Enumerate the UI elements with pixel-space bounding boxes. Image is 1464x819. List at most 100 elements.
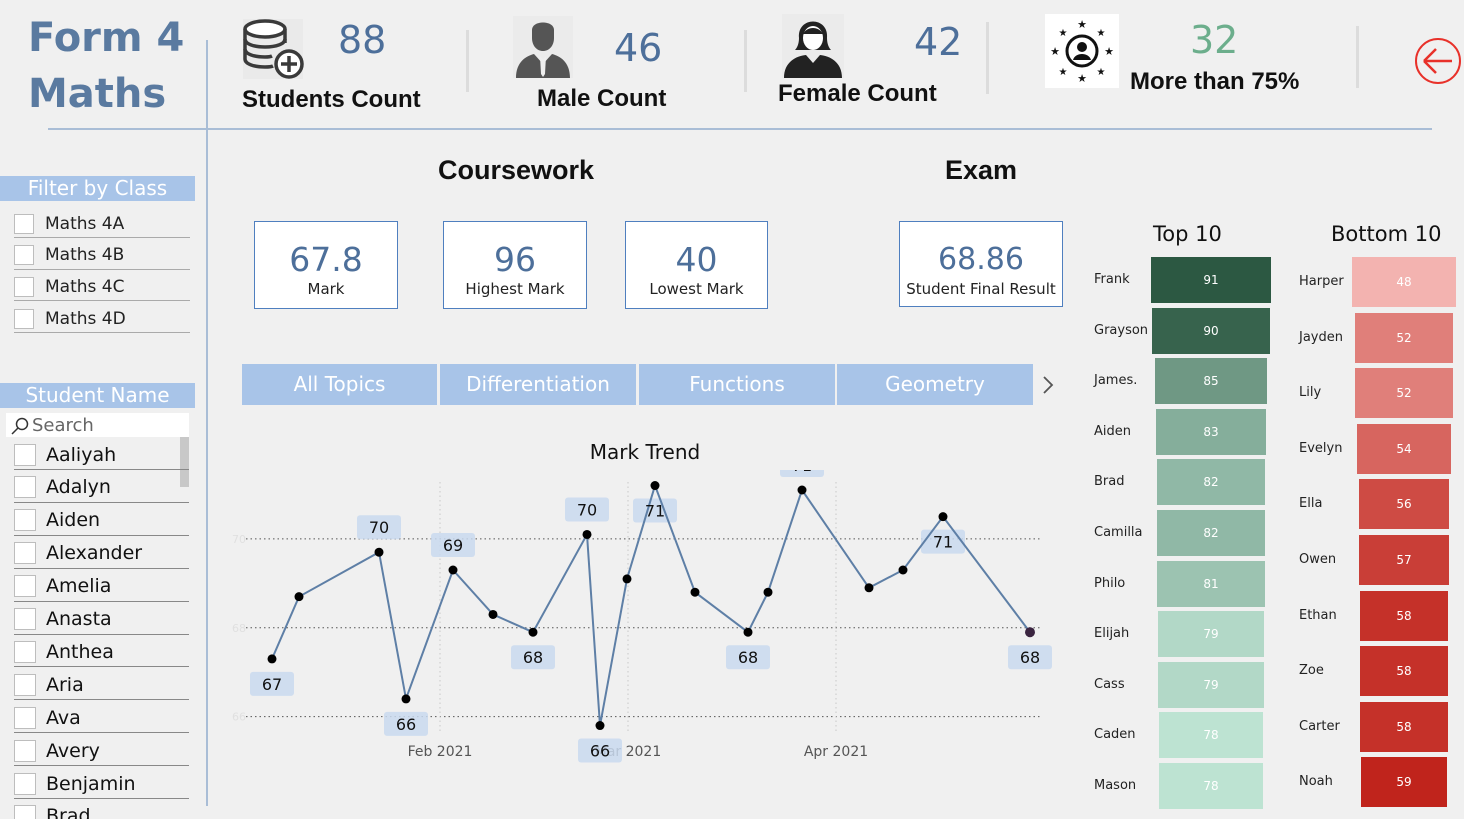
class-filter-item[interactable]: Maths 4A	[14, 210, 190, 238]
bottom10-bar[interactable]: 56	[1358, 479, 1450, 530]
bottom10-name: Carter	[1299, 718, 1340, 734]
back-arrow-icon	[1415, 38, 1461, 84]
tab-geometry[interactable]: Geometry	[837, 364, 1033, 405]
student-filter-item[interactable]: Aiden	[14, 506, 189, 536]
top10-bar[interactable]: 82	[1156, 510, 1266, 556]
checkbox[interactable]	[14, 213, 34, 234]
class-filter-item[interactable]: Maths 4B	[14, 242, 190, 270]
back-button[interactable]	[1414, 37, 1462, 85]
top10-title: Top 10	[1153, 222, 1222, 246]
data-label: 70	[369, 518, 389, 537]
bottom10-bar[interactable]: 54	[1356, 423, 1452, 474]
checkbox[interactable]	[14, 308, 34, 329]
svg-text:★: ★	[1077, 72, 1087, 85]
lowest-mark-label: Lowest Mark	[649, 280, 744, 298]
top10-bar[interactable]: 79	[1158, 611, 1264, 658]
student-filter-item[interactable]: Anthea	[14, 637, 189, 668]
data-point	[401, 694, 411, 704]
student-filter-item-label: Amelia	[46, 575, 112, 598]
data-label: 71	[933, 533, 953, 552]
bottom10-bar[interactable]: 48	[1352, 257, 1456, 307]
final-result-card: 68.86 Student Final Result	[899, 221, 1063, 307]
student-filter-item-label: Aiden	[46, 509, 101, 532]
top10-bar[interactable]: 78	[1159, 763, 1263, 809]
checkbox[interactable]	[14, 805, 36, 819]
lowest-mark-card: 40 Lowest Mark	[625, 221, 768, 309]
student-filter-item-label: Alexander	[46, 542, 143, 565]
tab-functions[interactable]: Functions	[639, 364, 835, 405]
checkbox[interactable]	[14, 575, 36, 598]
checkbox[interactable]	[14, 673, 36, 696]
svg-text:★: ★	[1104, 45, 1114, 58]
female-count-value: 42	[914, 20, 963, 64]
checkbox[interactable]	[14, 772, 36, 795]
male-count-label: Male Count	[537, 85, 667, 112]
student-filter-item[interactable]: Anasta	[14, 605, 189, 635]
top10-bar[interactable]: 91	[1151, 257, 1271, 303]
bottom10-bar[interactable]: 52	[1355, 312, 1453, 363]
student-filter-item[interactable]: Amelia	[14, 572, 189, 602]
top10-bar[interactable]: 79	[1158, 661, 1264, 708]
student-filter-item[interactable]: Brad	[14, 802, 189, 819]
bottom10-name: Zoe	[1299, 663, 1324, 679]
svg-text:★: ★	[1097, 67, 1106, 78]
top10-bar[interactable]: 83	[1155, 408, 1267, 455]
bottom10-name: Jayden	[1299, 329, 1343, 345]
student-filter-item[interactable]: Alexander	[14, 539, 189, 569]
student-filter-item-label: Adalyn	[46, 476, 111, 499]
bottom10-bar[interactable]: 58	[1360, 701, 1448, 752]
student-filter-item[interactable]: Benjamin	[14, 769, 189, 799]
coursework-title: Coursework	[438, 155, 595, 185]
top10-bar[interactable]: 78	[1159, 712, 1263, 759]
top10-bar[interactable]: 82	[1156, 459, 1266, 506]
checkbox[interactable]	[14, 443, 36, 466]
student-filter-item[interactable]: Aaliyah	[14, 440, 189, 470]
checkbox[interactable]	[14, 739, 36, 762]
search-icon	[11, 417, 29, 435]
bottom10-bar[interactable]: 58	[1360, 646, 1448, 697]
student-filter-item[interactable]: Adalyn	[14, 473, 189, 503]
data-point	[898, 565, 908, 575]
student-filter-item[interactable]: Ava	[14, 703, 189, 734]
tab-differentiation[interactable]: Differentiation	[440, 364, 636, 405]
data-label: 70	[577, 500, 597, 519]
checkbox[interactable]	[14, 476, 36, 499]
checkbox[interactable]	[14, 509, 36, 532]
female-count-label: Female Count	[778, 80, 937, 107]
student-filter-item-label: Benjamin	[46, 772, 136, 795]
top10-bar[interactable]: 81	[1157, 560, 1265, 607]
data-point	[267, 654, 277, 664]
top10-bar[interactable]: 90	[1151, 307, 1271, 354]
tab-all-topics[interactable]: All Topics	[242, 364, 437, 405]
data-point	[582, 529, 592, 539]
class-filter-item-label: Maths 4D	[45, 308, 126, 329]
checkbox[interactable]	[14, 245, 34, 266]
bottom10-bar[interactable]: 59	[1361, 757, 1447, 808]
class-filter-header: Filter by Class	[0, 176, 195, 201]
student-filter-item[interactable]: Avery	[14, 736, 189, 767]
checkbox[interactable]	[14, 542, 36, 565]
bottom10-bar[interactable]: 52	[1355, 368, 1453, 419]
top10-name: Frank	[1094, 272, 1130, 287]
bottom10-name: Evelyn	[1299, 440, 1343, 456]
data-label: 68	[738, 648, 758, 667]
checkbox[interactable]	[14, 640, 36, 663]
checkbox[interactable]	[14, 608, 36, 630]
checkbox[interactable]	[14, 276, 34, 297]
student-search-input[interactable]: Search	[6, 413, 189, 437]
final-result-value: 68.86	[938, 242, 1024, 277]
checkbox[interactable]	[14, 706, 36, 729]
star-person-badge-icon: ★ ★ ★ ★ ★ ★ ★ ★	[1045, 14, 1119, 92]
class-filter-item-label: Maths 4A	[45, 213, 125, 234]
bottom10-bar[interactable]: 58	[1360, 590, 1448, 641]
top10-bar[interactable]: 85	[1154, 358, 1268, 405]
data-label: 66	[590, 742, 610, 761]
data-point	[374, 547, 384, 557]
tabs-next-button[interactable]	[1040, 374, 1056, 396]
bottom10-bar[interactable]: 57	[1359, 535, 1449, 585]
student-filter-item[interactable]: Aria	[14, 670, 189, 701]
data-label: 71	[792, 470, 812, 475]
bottom10-name: Lily	[1299, 385, 1322, 401]
class-filter-item[interactable]: Maths 4C	[14, 273, 190, 302]
class-filter-item[interactable]: Maths 4D	[14, 305, 190, 334]
